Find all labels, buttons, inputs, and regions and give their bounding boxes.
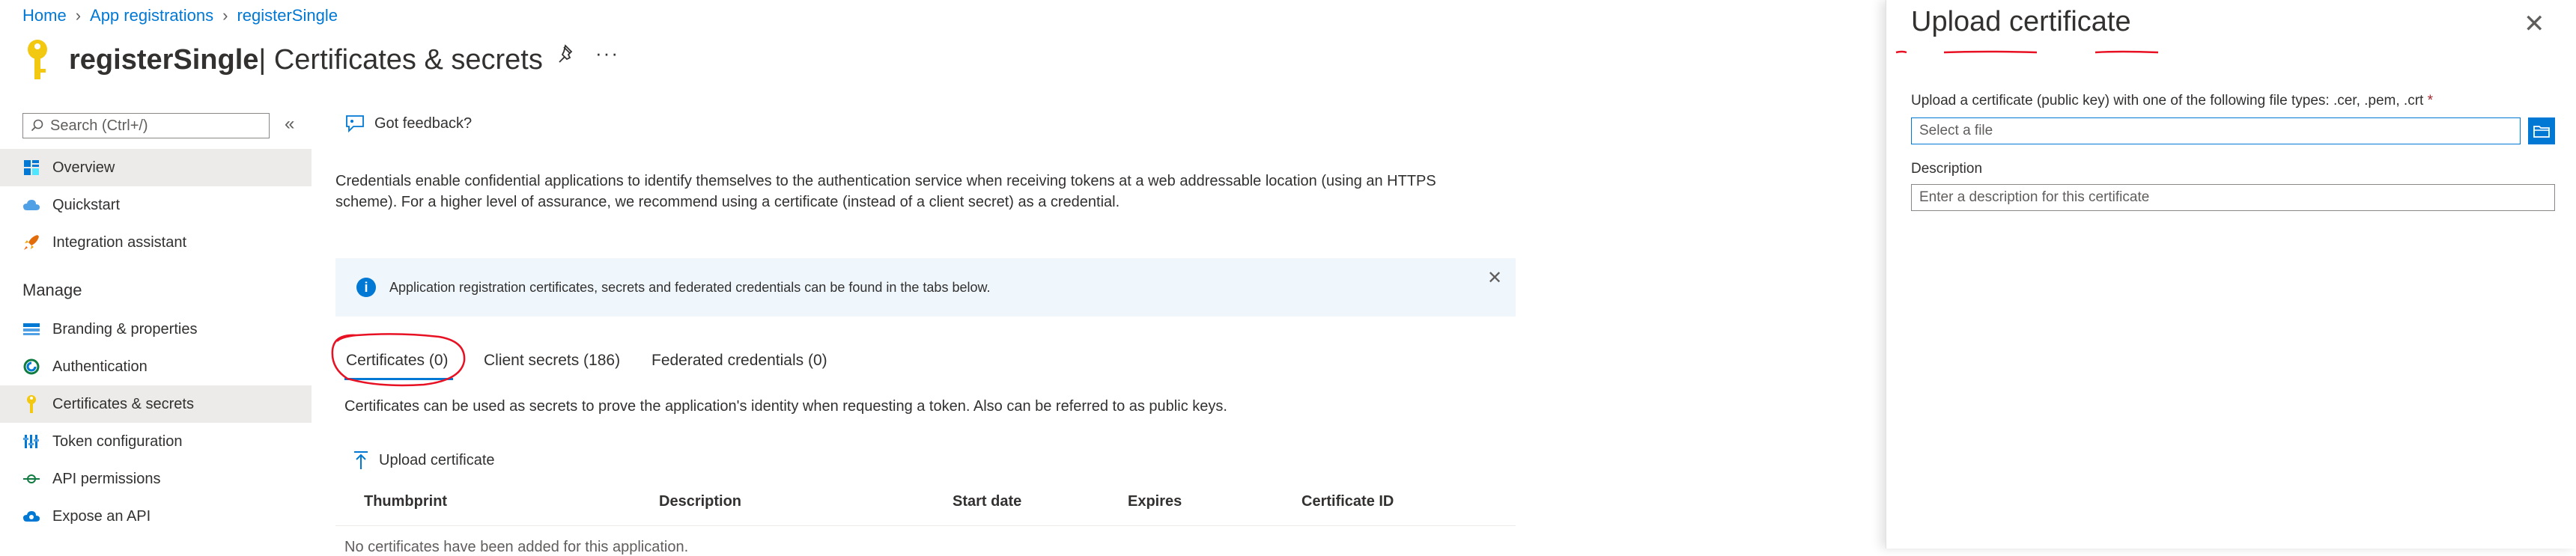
cloud-api-icon: [21, 506, 42, 527]
close-banner-icon[interactable]: ✕: [1487, 267, 1502, 289]
app-name: registerSingle: [69, 43, 259, 76]
sidebar-item-branding[interactable]: Branding & properties: [0, 311, 312, 348]
credentials-description: Credentials enable confidential applicat…: [335, 171, 1504, 213]
tab-description: Certificates can be used as secrets to p…: [344, 398, 1227, 415]
breadcrumb-home[interactable]: Home: [22, 6, 67, 25]
file-field-label: Upload a certificate (public key) with o…: [1911, 93, 2433, 109]
sidebar-item-label: Expose an API: [52, 507, 151, 525]
breadcrumb-app-registrations[interactable]: App registrations: [90, 6, 213, 25]
empty-table-message: No certificates have been added for this…: [344, 539, 689, 555]
panel-title: Upload certificate: [1911, 6, 2131, 37]
key-icon: [21, 394, 42, 415]
sidebar-item-expose-api[interactable]: Expose an API: [0, 498, 312, 535]
branding-icon: [21, 319, 42, 340]
sidebar-item-authentication[interactable]: Authentication: [0, 348, 312, 385]
sidebar-item-label: Certificates & secrets: [52, 395, 194, 412]
upload-icon: [354, 451, 368, 469]
file-label-text: Upload a certificate (public key) with o…: [1911, 93, 2424, 109]
info-icon: i: [356, 278, 376, 297]
info-banner: i Application registration certificates,…: [335, 258, 1516, 317]
sidebar-search-input[interactable]: Search (Ctrl+/): [22, 113, 270, 138]
section-heading-manage: Manage: [22, 281, 82, 299]
key-icon: [28, 40, 47, 79]
breadcrumb: Home › App registrations › registerSingl…: [22, 6, 338, 25]
tab-federated-credentials[interactable]: Federated credentials (0): [651, 352, 827, 370]
close-icon[interactable]: ✕: [2524, 9, 2545, 39]
browse-file-button[interactable]: [2528, 117, 2555, 144]
feedback-icon: [346, 115, 364, 133]
banner-text: Application registration certificates, s…: [389, 279, 991, 295]
page-header: registerSingle | Certificates & secrets: [22, 37, 543, 82]
authentication-icon: [21, 356, 42, 377]
sidebar-item-integration-assistant[interactable]: Integration assistant: [0, 224, 312, 261]
sidebar-item-label: API permissions: [52, 470, 161, 487]
sidebar-item-label: Integration assistant: [52, 233, 186, 251]
file-select-input[interactable]: Select a file: [1911, 117, 2521, 144]
column-header-expires[interactable]: Expires: [1128, 493, 1182, 510]
grid-icon: [21, 157, 42, 178]
sidebar-item-label: Overview: [52, 159, 115, 176]
sidebar-item-certificates-secrets[interactable]: Certificates & secrets: [0, 385, 312, 423]
sidebar-item-label: Branding & properties: [52, 320, 198, 337]
sidebar-item-label: Token configuration: [52, 433, 183, 450]
rocket-icon: [21, 232, 42, 253]
tab-client-secrets[interactable]: Client secrets (186): [484, 352, 620, 370]
upload-certificate-button[interactable]: Upload certificate: [353, 450, 495, 470]
feedback-label: Got feedback?: [374, 114, 473, 132]
description-line: scheme). For a higher level of assurance…: [335, 194, 1120, 210]
column-header-description[interactable]: Description: [659, 493, 741, 510]
chevron-right-icon: ›: [75, 6, 82, 25]
pin-icon[interactable]: [556, 43, 578, 66]
annotation-red-underlines: [1895, 50, 2159, 54]
sidebar-item-api-permissions[interactable]: API permissions: [0, 460, 312, 498]
column-header-thumbprint[interactable]: Thumbprint: [364, 493, 447, 510]
annotation-red-circle: [331, 333, 466, 387]
sidebar-item-token-configuration[interactable]: Token configuration: [0, 423, 312, 460]
chevron-right-icon: ›: [222, 6, 228, 25]
upload-certificate-label: Upload certificate: [379, 451, 495, 468]
sidebar-item-label: Quickstart: [52, 196, 121, 213]
file-input-placeholder: Select a file: [1919, 123, 1993, 138]
description-input-placeholder: Enter a description for this certificate: [1919, 189, 2150, 205]
page-title: | Certificates & secrets: [258, 43, 543, 76]
breadcrumb-current[interactable]: registerSingle: [237, 6, 338, 25]
table-header-divider: [335, 525, 1516, 526]
required-indicator: *: [2427, 93, 2434, 109]
upload-certificate-panel: [1886, 0, 2576, 549]
feedback-link[interactable]: Got feedback?: [344, 114, 472, 133]
sidebar-item-overview[interactable]: Overview: [0, 149, 312, 186]
api-permissions-icon: [21, 468, 42, 489]
sidebar-item-quickstart[interactable]: Quickstart: [0, 186, 312, 224]
description-line: Credentials enable confidential applicat…: [335, 173, 1436, 189]
collapse-sidebar-icon[interactable]: «: [285, 114, 294, 135]
description-input[interactable]: Enter a description for this certificate: [1911, 184, 2555, 211]
column-header-certificate-id[interactable]: Certificate ID: [1301, 493, 1394, 510]
more-options-icon[interactable]: ···: [595, 42, 619, 65]
cloud-icon: [21, 195, 42, 216]
sidebar-item-label: Authentication: [52, 358, 148, 375]
search-placeholder: Search (Ctrl+/): [50, 117, 148, 134]
column-header-start-date[interactable]: Start date: [953, 493, 1021, 510]
search-icon: [31, 119, 43, 132]
token-bars-icon: [21, 431, 42, 452]
folder-icon: [2533, 126, 2550, 138]
description-field-label: Description: [1911, 161, 1983, 177]
